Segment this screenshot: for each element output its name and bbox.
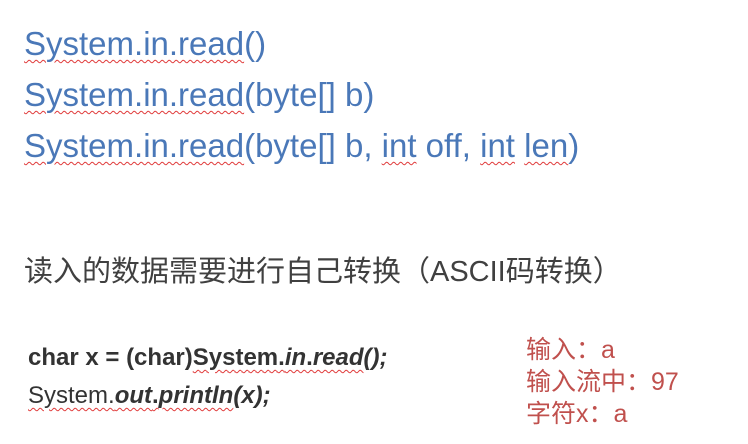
method-signature-read-bytes: System.in.read(byte[] b)	[24, 75, 374, 115]
code-system: System.out.println	[28, 382, 233, 409]
note-stream-value: 输入流中：97	[526, 368, 679, 396]
params-space	[515, 127, 524, 164]
method-name: System.in.read	[24, 25, 245, 62]
note-char-value: 字符x：a	[526, 400, 628, 428]
code-read: read	[312, 344, 364, 371]
code-system-text: System.	[192, 344, 285, 371]
param-type-int: int	[381, 127, 417, 164]
code-println: println	[158, 382, 234, 409]
params-mid: off,	[416, 127, 481, 164]
code-out: out	[114, 382, 152, 409]
params-close: )	[568, 127, 580, 164]
code-line-read: char x = (char)System.in.read();	[28, 342, 388, 374]
param-type-int: int	[480, 127, 515, 164]
note-input: 输入：a	[526, 336, 615, 364]
code-end: ();	[363, 344, 388, 371]
description-text: 读入的数据需要进行自己转换（ASCII码转换）	[24, 256, 622, 288]
code-dot: .	[306, 344, 313, 371]
code-end: (x);	[233, 382, 271, 409]
method-name: System.in.read	[24, 127, 245, 164]
method-params: ()	[244, 25, 267, 62]
method-name: System.in.read	[24, 76, 245, 113]
code-dot: .	[152, 382, 159, 409]
code-in: in	[284, 344, 307, 371]
param-name-len: len	[524, 127, 569, 164]
code-system: System.in.read	[193, 344, 364, 371]
method-signature-read-bytes-offset: System.in.read(byte[] b, int off, int le…	[24, 126, 579, 166]
code-line-println: System.out.println(x);	[28, 380, 271, 412]
method-params: (byte[] b)	[244, 76, 375, 113]
code-cast: char x = (char)	[28, 344, 193, 371]
method-signature-read-noargs: System.in.read()	[24, 24, 266, 64]
params-open: (byte[] b,	[244, 127, 382, 164]
code-system-text: System.	[28, 382, 115, 409]
